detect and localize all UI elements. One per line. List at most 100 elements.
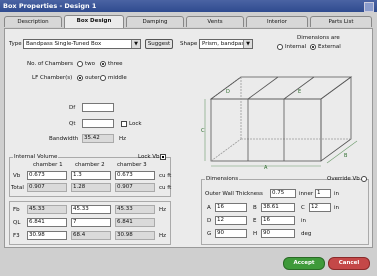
dim-a-field[interactable]: 16 (215, 203, 247, 212)
bandwidth-value: 35.42 (82, 134, 114, 143)
internal-volume-title: Internal Volume (13, 154, 59, 160)
f3-label: F3 (13, 233, 20, 239)
box-design-panel: Type Bandpass Single-Tuned Box ▼ Suggest… (4, 28, 373, 248)
box-top-face (209, 76, 353, 100)
tab-parts-list[interactable]: Parts List (310, 16, 372, 27)
dim-e-field[interactable]: 16 (261, 216, 295, 225)
dim-b-label: B (253, 205, 257, 211)
f3-chamber-3: 30.98 (115, 231, 155, 240)
ql-chamber-1-field[interactable]: 6.841 (27, 218, 67, 227)
dimensions-title: Dimensions (205, 176, 240, 182)
dim-row-2-unit: in (301, 218, 307, 224)
cancel-button[interactable]: Cancel (328, 257, 370, 270)
box-properties-window: Box Properties - Design 1 Description Bo… (0, 0, 377, 276)
dim-h-label: H (253, 231, 258, 237)
fb-label: Fb (13, 207, 20, 213)
two-chambers-radio[interactable] (77, 61, 83, 67)
dim-g-field[interactable]: 90 (215, 229, 247, 238)
fb-chamber-3: 45.33 (115, 205, 155, 214)
tab-bar: Description Box Design Damping Vents Int… (4, 15, 373, 28)
chamber-2-header: chamber 2 (75, 162, 105, 168)
bandwidth-unit: Hz (119, 136, 127, 142)
ql-chamber-2-field[interactable]: 7 (71, 218, 111, 227)
middle-radio[interactable] (100, 75, 106, 81)
type-label: Type (9, 41, 22, 47)
box-diagram: C A B D E (201, 76, 358, 169)
df-field[interactable] (82, 103, 114, 112)
three-label: three (108, 61, 123, 67)
tab-vents[interactable]: Vents (186, 16, 244, 27)
vb-chamber-3-field[interactable]: 0.673 (115, 171, 155, 180)
override-vb-radio[interactable] (361, 176, 367, 182)
shape-label: Shape (180, 41, 198, 47)
tab-box-design[interactable]: Box Design (64, 15, 124, 28)
qt-field[interactable] (82, 119, 114, 128)
vb-unit: cu ft (159, 173, 172, 179)
fb-chamber-2-field[interactable]: 45.33 (71, 205, 111, 214)
lf-chamber-label: LF Chamber(s) (32, 75, 73, 81)
wall-unit: in (334, 191, 340, 197)
internal-label: Internal (285, 44, 307, 50)
chambers-label: No. of Chambers (27, 61, 73, 67)
dim-label-a: A (264, 165, 268, 169)
total-chamber-2: 1.28 (71, 183, 111, 192)
middle-label: middle (108, 75, 127, 81)
f3-chamber-1-field[interactable]: 30.98 (27, 231, 67, 240)
df-label: Df (69, 105, 76, 111)
total-chamber-3: 0.907 (115, 183, 155, 192)
three-chambers-radio[interactable] (100, 61, 106, 67)
dim-label-d: D (226, 89, 230, 95)
external-radio[interactable] (310, 44, 316, 50)
dim-b-field[interactable]: 38.61 (261, 203, 295, 212)
vb-label: Vb (13, 173, 21, 179)
total-label: Total (11, 185, 24, 191)
dim-h-field[interactable]: 90 (261, 229, 295, 238)
lock-qt-checkbox[interactable] (121, 121, 127, 127)
window-title: Box Properties - Design 1 (0, 0, 377, 12)
tab-description[interactable]: Description (4, 16, 62, 27)
dim-label-b: B (344, 153, 348, 159)
wall-inner-label: inner (299, 191, 314, 197)
two-label: two (85, 61, 96, 67)
dim-label-e: E (298, 89, 301, 95)
chamber-3-header: chamber 3 (117, 162, 147, 168)
wall-thickness-field[interactable]: 0.75 (270, 189, 296, 198)
dim-g-label: G (207, 231, 212, 237)
wall-inner-field[interactable]: 1 (315, 189, 331, 198)
accept-button[interactable]: Accept (283, 257, 325, 270)
close-box-icon[interactable] (364, 2, 374, 12)
internal-radio[interactable] (277, 44, 283, 50)
wall-thickness-label: Outer Wall Thickness (205, 191, 263, 197)
box-front-face (210, 98, 322, 162)
f3-unit: Hz (159, 233, 167, 239)
dim-c-label: C (301, 205, 305, 211)
override-vb-label: Override Vb (327, 176, 360, 182)
shape-select[interactable]: Prism, bandpass ▼ (199, 39, 253, 49)
tab-damping[interactable]: Damping (126, 16, 184, 27)
fb-unit: Hz (159, 207, 167, 213)
tab-interior[interactable]: Interior (246, 16, 308, 27)
type-value: Bandpass Single-Tuned Box (26, 41, 102, 47)
total-chamber-1: 0.907 (27, 183, 67, 192)
outer-radio[interactable] (77, 75, 83, 81)
suggest-button[interactable]: Suggest (145, 39, 173, 49)
dim-label-c: C (201, 128, 205, 134)
type-select[interactable]: Bandpass Single-Tuned Box ▼ (23, 39, 141, 49)
total-unit: cu ft (159, 185, 172, 191)
dim-a-label: A (207, 205, 211, 211)
f3-chamber-2: 68.4 (71, 231, 111, 240)
dim-d-field[interactable]: 12 (215, 216, 247, 225)
ql-label: QL (13, 220, 21, 226)
vb-chamber-1-field[interactable]: 0.673 (27, 171, 67, 180)
dim-row-1-unit: in (334, 205, 340, 211)
chamber-1-header: chamber 1 (33, 162, 63, 168)
bandwidth-label: Bandwidth (49, 136, 79, 142)
dim-e-label: E (253, 218, 257, 224)
chevron-down-icon: ▼ (131, 40, 140, 48)
lock-qt-label: Lock (129, 121, 142, 127)
qt-label: Qt (69, 121, 76, 127)
fb-chamber-1: 45.33 (27, 205, 67, 214)
dim-c-field[interactable]: 12 (309, 203, 331, 212)
lock-vb-checkbox[interactable] (160, 154, 166, 160)
vb-chamber-2-field[interactable]: 1.3 (71, 171, 111, 180)
